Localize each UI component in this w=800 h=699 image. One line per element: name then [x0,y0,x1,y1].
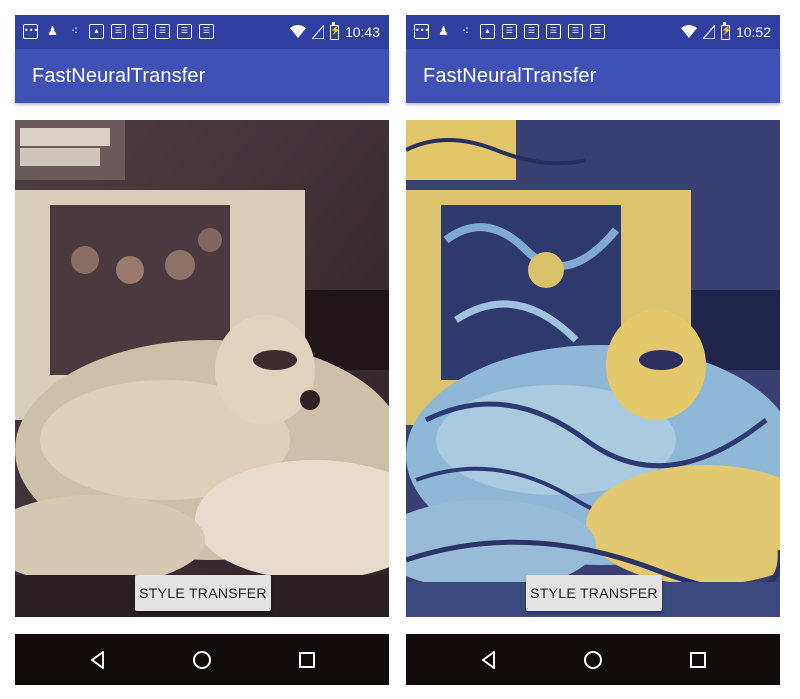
style-transfer-button[interactable]: STYLE TRANSFER [526,575,662,611]
navigation-bar [15,634,389,685]
dog-photo [15,120,389,617]
notification-card-icon: ☰ [155,24,170,39]
back-icon[interactable] [478,649,500,671]
chat-icon: ••• [414,24,429,39]
notification-card-icon: ☰ [590,24,605,39]
app-bar: FastNeuralTransfer [15,49,389,103]
app-title: FastNeuralTransfer [32,65,206,87]
notification-card-icon: ☰ [502,24,517,39]
notification-card-icon: ☰ [111,24,126,39]
status-bar: ••• ♟ ⁖ ▴ ☰ ☰ ☰ ☰ ☰ 10:52 [406,15,780,49]
navigation-bar [406,634,780,685]
notification-card-icon: ☰ [177,24,192,39]
notification-card-icon: ☰ [133,24,148,39]
image-icon: ▴ [480,24,495,39]
signal-icon [311,25,324,39]
notification-card-icon: ☰ [199,24,214,39]
notification-card-icon: ☰ [546,24,561,39]
home-icon[interactable] [191,649,213,671]
app-bar: FastNeuralTransfer [406,49,780,103]
home-icon[interactable] [582,649,604,671]
notification-icons: ••• ♟ ⁖ ▴ ☰ ☰ ☰ ☰ ☰ [414,24,605,39]
clock: 10:43 [344,24,380,40]
recents-icon[interactable] [687,649,709,671]
usb-icon: ♟ [438,24,449,38]
wifi-icon [289,25,306,38]
chat-icon: ••• [23,24,38,39]
usb-icon: ♟ [47,24,58,38]
signal-icon [702,25,715,39]
recents-icon[interactable] [296,649,318,671]
phone-screen-original: ••• ♟ ⁖ ▴ ☰ ☰ ☰ ☰ ☰ 10:43 FastNeuralTran… [15,15,389,685]
clock: 10:52 [735,24,771,40]
notification-icons: ••• ♟ ⁖ ▴ ☰ ☰ ☰ ☰ ☰ [23,24,214,39]
notification-card-icon: ☰ [524,24,539,39]
phone-screen-stylized: ••• ♟ ⁖ ▴ ☰ ☰ ☰ ☰ ☰ 10:52 FastNeuralTran… [406,15,780,685]
share-icon: ⁖ [461,24,470,38]
status-bar: ••• ♟ ⁖ ▴ ☰ ☰ ☰ ☰ ☰ 10:43 [15,15,389,49]
app-title: FastNeuralTransfer [423,65,597,87]
battery-icon [329,21,341,40]
dog-photo-stylized [406,120,780,617]
share-icon: ⁖ [70,24,79,38]
notification-card-icon: ☰ [568,24,583,39]
image-icon: ▴ [89,24,104,39]
back-icon[interactable] [87,649,109,671]
battery-icon [720,21,732,40]
style-transfer-button[interactable]: STYLE TRANSFER [135,575,271,611]
wifi-icon [680,25,697,38]
